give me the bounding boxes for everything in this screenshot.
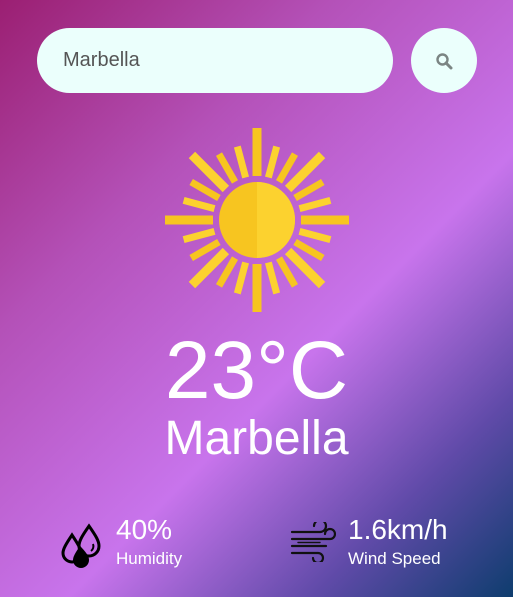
humidity-value: 40% [116, 514, 173, 545]
weather-card: 23°C Marbella 40% Humidity [0, 0, 513, 597]
humidity-detail: 40% Humidity [58, 513, 182, 573]
humidity-text: 40% Humidity [116, 513, 182, 570]
search-button[interactable] [411, 28, 477, 93]
humidity-icon [61, 523, 101, 568]
wind-icon [290, 518, 337, 565]
temperature: 23°C [164, 325, 349, 416]
wind-icon-wrap [290, 518, 337, 567]
humidity-label: Humidity [116, 549, 183, 568]
wind-value: 1.6km/h [348, 514, 448, 545]
city-name: Marbella [164, 412, 349, 465]
humidity-icon-wrap [58, 522, 104, 573]
wind-detail: 1.6km/h Wind Speed [290, 513, 448, 570]
search-input[interactable] [37, 28, 393, 93]
sun-icon [165, 128, 349, 312]
wind-label: Wind Speed [348, 549, 441, 568]
search-icon [436, 52, 453, 69]
wind-text: 1.6km/h Wind Speed [348, 513, 448, 570]
